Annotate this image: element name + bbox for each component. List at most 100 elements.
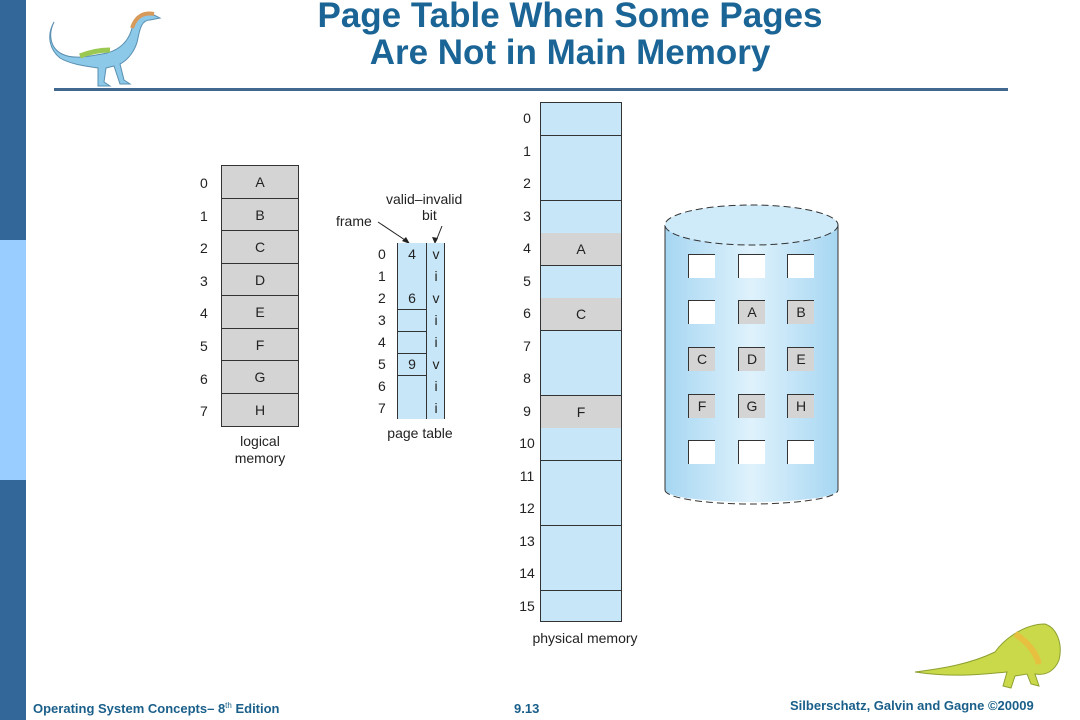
- physical-frame-cell: F: [541, 395, 621, 428]
- physical-frame-cell: A: [541, 233, 621, 266]
- physical-frame-index: 15: [519, 597, 535, 614]
- logical-page-index: 7: [200, 403, 208, 420]
- frame-number: 6: [408, 290, 416, 306]
- page-table-entry: i: [398, 375, 446, 397]
- footer-copyright: Silberschatz, Galvin and Gagne ©20009: [790, 698, 1034, 713]
- logical-page-cell: H: [254, 401, 266, 418]
- disk-page-slot: [738, 440, 765, 464]
- disk-page-slot: H: [787, 394, 814, 418]
- page-table-row-line: [398, 352, 426, 354]
- logical-page-index: 0: [200, 175, 208, 191]
- disk-page-slot: D: [738, 347, 765, 371]
- footer-edition: Edition: [231, 701, 280, 716]
- physical-memory-table: AC F: [540, 102, 622, 622]
- page-table-entry: 6v: [398, 287, 446, 309]
- physical-memory-label: physical memory: [532, 630, 638, 646]
- title-divider: [54, 88, 1008, 91]
- disk-page-slot: [738, 254, 765, 278]
- page-table-index: 3: [378, 312, 386, 328]
- physical-frame-index: 3: [523, 207, 531, 224]
- physical-frame-cell: [541, 461, 621, 494]
- disk-page-slot: F: [688, 394, 715, 418]
- physical-frame-line: [541, 524, 621, 526]
- page-table-entry: i: [398, 265, 446, 287]
- page-table-row-line: [398, 374, 426, 376]
- valid-invalid-bit: i: [434, 268, 438, 284]
- physical-frame-cell: C: [541, 298, 621, 331]
- physical-frame-cell: [541, 526, 621, 559]
- valid-invalid-bit: v: [432, 290, 440, 306]
- physical-frame-line: [541, 199, 621, 201]
- physical-frame-index: 4: [523, 240, 531, 256]
- physical-frame-cell: [541, 591, 621, 624]
- disk-page-slot: E: [787, 347, 814, 371]
- logical-page-cell: G: [222, 361, 298, 394]
- physical-frame-line: [541, 394, 621, 396]
- physical-frame-index: 14: [519, 565, 535, 581]
- dinosaur-footer-icon: [915, 623, 1061, 689]
- logical-page-cell: E: [222, 296, 298, 329]
- logical-memory-label: logical memory: [221, 433, 299, 467]
- physical-frame-cell: [541, 168, 621, 201]
- page-table-row-line: [398, 308, 426, 310]
- page-table-index: 5: [378, 356, 386, 372]
- physical-frame-cell: [541, 331, 621, 364]
- logical-page-cell: B: [222, 199, 298, 231]
- frame-number: 4: [408, 246, 416, 262]
- page-table-entry: 9v: [398, 353, 446, 375]
- sidebar-highlight: [0, 240, 26, 480]
- physical-frame-index: 8: [523, 370, 531, 386]
- disk-page-slot: B: [787, 300, 814, 324]
- footer-book-title: Operating System Concepts– 8th Edition: [33, 701, 280, 716]
- page-table-entry: i: [398, 309, 446, 331]
- page-table-entry: i: [398, 397, 446, 419]
- logical-page-cell: D: [222, 264, 298, 296]
- valid-invalid-bit: v: [432, 246, 440, 262]
- logical-page-index: 1: [200, 207, 208, 224]
- logical-memory-label-line1: logical: [240, 433, 280, 449]
- physical-frame-line: [541, 264, 621, 266]
- physical-frame-index: 0: [523, 110, 531, 126]
- logical-memory-table: ABCDEFGH: [221, 165, 299, 427]
- footer-book: Operating System Concepts– 8: [33, 701, 226, 716]
- physical-frame-index: 7: [523, 337, 531, 354]
- physical-frame-index: 6: [523, 305, 531, 321]
- disk-page-slot: [787, 440, 814, 464]
- page-table-index: 6: [378, 378, 386, 394]
- physical-frame-cell: [541, 558, 621, 591]
- physical-frame-line: [541, 459, 621, 461]
- physical-frame-index: 2: [523, 175, 531, 191]
- slide-title: Page Table When Some Pages Are Not in Ma…: [200, 0, 940, 71]
- logical-page-cell: C: [222, 231, 298, 264]
- disk-page-slot: A: [738, 300, 765, 324]
- disk-page-slot: [688, 440, 715, 464]
- title-line-1: Page Table When Some Pages: [317, 0, 823, 35]
- physical-frame-cell: [541, 493, 621, 526]
- page-table-entry: i: [398, 331, 446, 353]
- logical-page-index: 6: [200, 370, 208, 387]
- page-table-index: 7: [378, 400, 386, 416]
- disk-page-slot: [688, 300, 715, 324]
- valid-invalid-bit: v: [432, 356, 440, 372]
- logical-page-cell: A: [222, 166, 298, 199]
- physical-frame-cell: [541, 266, 621, 299]
- page-table-index: 1: [378, 268, 386, 284]
- physical-frame-cell: [541, 103, 621, 136]
- page-table-index: 4: [378, 334, 386, 350]
- dinosaur-logo-icon: [49, 11, 162, 87]
- logical-page-index: 4: [200, 305, 208, 322]
- physical-frame-index: 11: [519, 467, 535, 484]
- valid-invalid-bit: i: [434, 312, 438, 328]
- page-table-row-line: [398, 330, 426, 332]
- physical-frame-cell: [541, 428, 621, 461]
- physical-frame-line: [541, 329, 621, 331]
- frame-number: 9: [408, 356, 416, 372]
- logical-page-index: 2: [200, 240, 208, 257]
- page-table-index: 0: [378, 246, 386, 262]
- logical-page-cell: F: [222, 329, 298, 361]
- physical-frame-cell: [541, 201, 621, 234]
- physical-frame-index: 13: [519, 532, 535, 549]
- page-table-label: page table: [387, 425, 453, 441]
- valid-invalid-bit: i: [434, 378, 438, 394]
- valid-invalid-label: valid–invalid: [386, 191, 463, 207]
